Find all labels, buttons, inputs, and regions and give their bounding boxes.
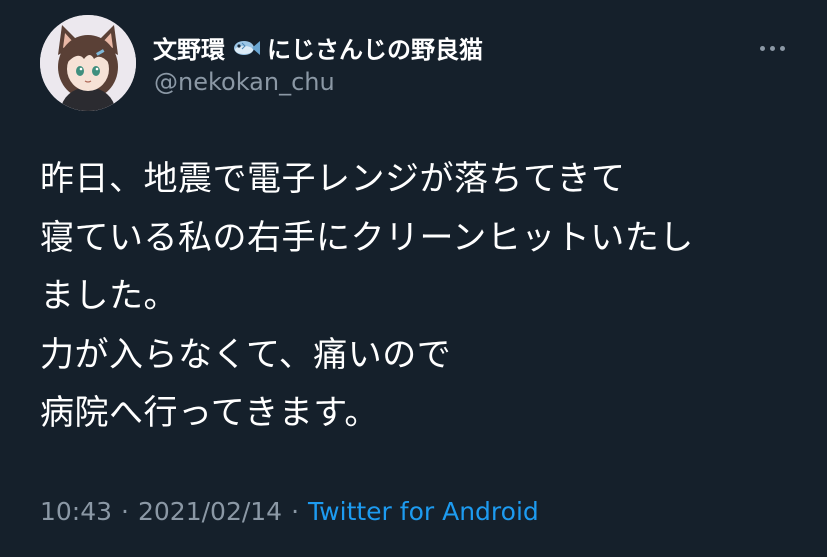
tweet-line: ました。 xyxy=(40,276,178,316)
display-name-row[interactable]: 文野環 にじさんじの野良猫 xyxy=(153,30,483,65)
avatar[interactable] xyxy=(40,15,136,111)
more-horizontal-icon-dot xyxy=(779,45,785,51)
more-horizontal-icon xyxy=(759,45,765,51)
tweet-time[interactable]: 10:43 xyxy=(40,497,112,526)
tweet-meta: 10:43 · 2021/02/14 · Twitter for Android xyxy=(40,497,539,526)
tweet-line: 病院へ行ってきます。 xyxy=(40,393,379,433)
tweet-card: 文野環 にじさんじの野良猫 @nekokan_chu 昨日、地震で電子レンジが落… xyxy=(0,0,827,557)
tweet-line: 力が入らなくて、痛いので xyxy=(40,334,452,375)
user-handle[interactable]: @nekokan_chu xyxy=(154,68,335,96)
meta-separator: · xyxy=(291,497,300,526)
fish-emoji-icon xyxy=(234,40,260,55)
meta-separator: · xyxy=(121,497,129,526)
tweet-source-link[interactable]: Twitter for Android xyxy=(308,497,539,526)
more-horizontal-icon-dot xyxy=(769,45,775,51)
display-name-suffix: にじさんじの野良猫 xyxy=(267,36,483,64)
tweet-text: 昨日、地震で電子レンジが落ちてきて 寝ている私の右手にクリーンヒットいたし まし… xyxy=(40,150,800,443)
tweet-line: 昨日、地震で電子レンジが落ちてきて xyxy=(40,159,626,199)
tweet-date[interactable]: 2021/02/14 xyxy=(138,497,282,526)
tweet-line: 寝ている私の右手にクリーンヒットいたし xyxy=(40,217,694,258)
display-name: 文野環 xyxy=(153,36,225,64)
more-options-button[interactable] xyxy=(752,38,792,58)
avatar-image xyxy=(40,15,136,111)
